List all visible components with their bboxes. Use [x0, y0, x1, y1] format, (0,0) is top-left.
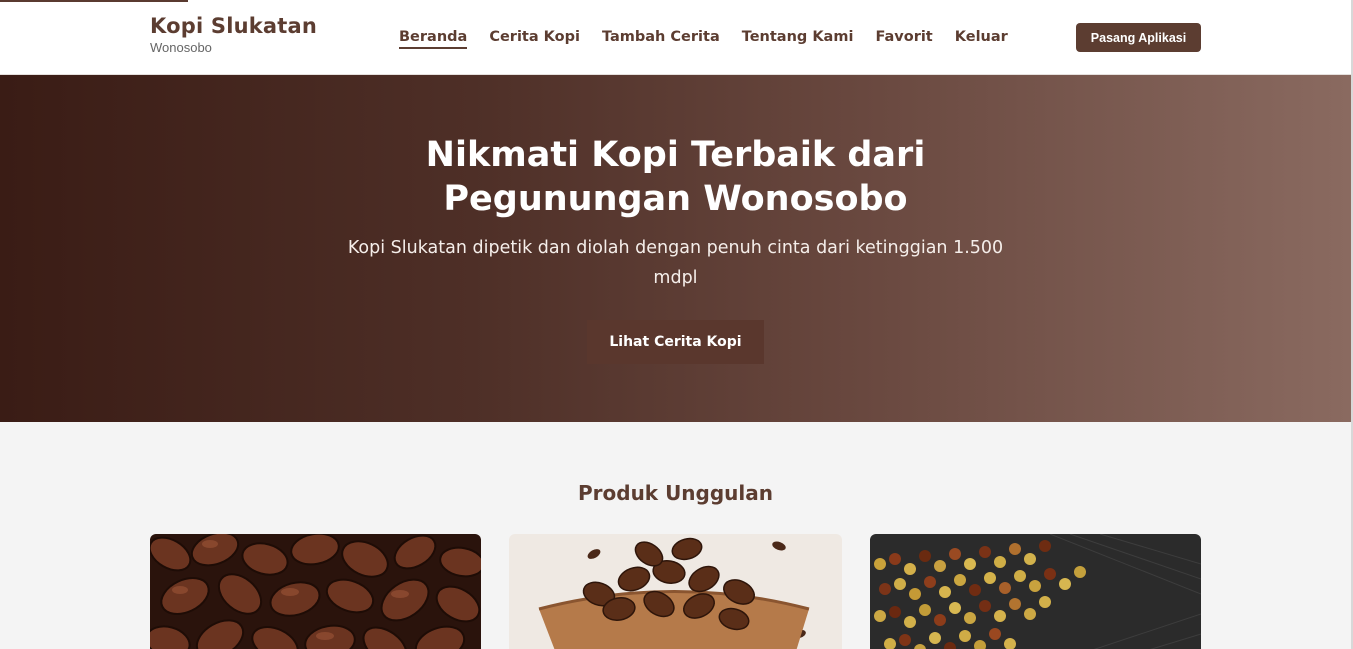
- view-coffee-stories-button[interactable]: Lihat Cerita Kopi: [587, 320, 764, 364]
- brand-logo[interactable]: Kopi Slukatan Wonosobo: [150, 14, 317, 55]
- loading-progress-line: [0, 0, 188, 2]
- nav-item-tentang-kami[interactable]: Tentang Kami: [742, 29, 854, 49]
- featured-products-section: Produk Unggulan: [0, 422, 1351, 649]
- nav-item-favorit[interactable]: Favorit: [875, 29, 932, 49]
- product-card[interactable]: [870, 534, 1201, 649]
- hero-section: Nikmati Kopi Terbaik dari Pegunungan Won…: [0, 75, 1351, 422]
- nav-item-beranda[interactable]: Beranda: [399, 29, 468, 49]
- coffee-bowl-image: [509, 534, 842, 649]
- section-title: Produk Unggulan: [577, 481, 774, 505]
- top-navbar: Kopi Slukatan Wonosobo Beranda Cerita Ko…: [0, 0, 1351, 75]
- brand-title: Kopi Slukatan: [150, 14, 318, 38]
- nav-item-cerita-kopi[interactable]: Cerita Kopi: [489, 29, 580, 49]
- nav-item-keluar[interactable]: Keluar: [955, 29, 1008, 49]
- hero-title: Nikmati Kopi Terbaik dari Pegunungan Won…: [425, 135, 926, 219]
- roasted-coffee-beans-image: [150, 534, 481, 649]
- nav-item-tambah-cerita[interactable]: Tambah Cerita: [602, 29, 720, 49]
- brand-subtitle: Wonosobo: [150, 40, 212, 55]
- install-app-button[interactable]: Pasang Aplikasi: [1076, 23, 1201, 52]
- drying-coffee-cherries-image: [870, 534, 1201, 649]
- product-card[interactable]: [509, 534, 842, 649]
- product-card[interactable]: [150, 534, 481, 649]
- hero-subtitle: Kopi Slukatan dipetik dan diolah dengan …: [347, 238, 1004, 288]
- main-menu: Beranda Cerita Kopi Tambah Cerita Tentan…: [399, 29, 1030, 49]
